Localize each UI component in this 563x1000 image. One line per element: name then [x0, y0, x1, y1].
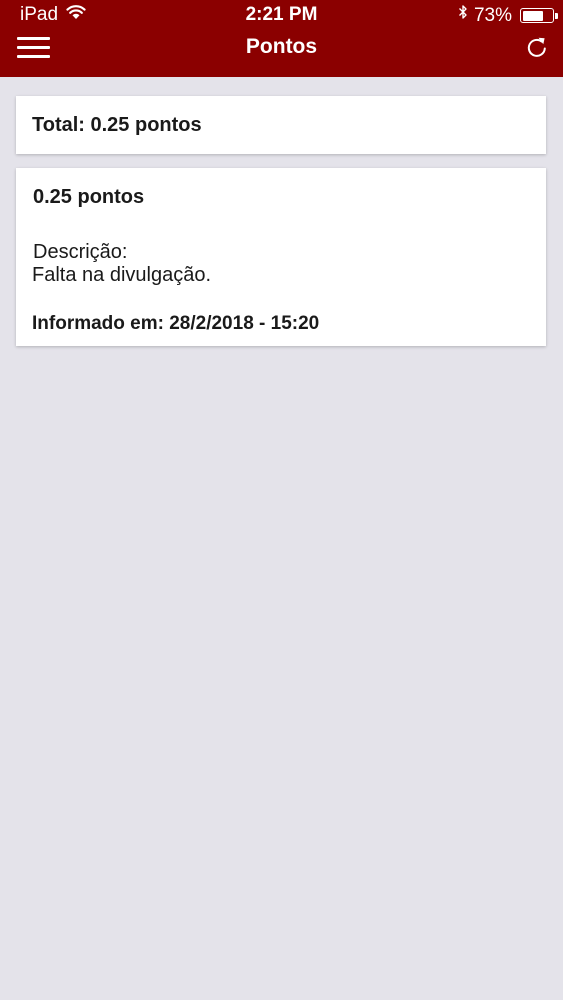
battery-icon: [520, 8, 558, 23]
refresh-icon[interactable]: [526, 35, 548, 59]
points-entry-card[interactable]: 0.25 pontos Descrição: Falta na divulgaç…: [16, 168, 546, 346]
informed-date: Informado em: 28/2/2018 - 15:20: [32, 313, 320, 334]
entry-points: 0.25 pontos: [33, 186, 145, 208]
total-card: Total: 0.25 pontos: [16, 96, 546, 154]
status-right: 73%: [458, 4, 558, 27]
app-bar: iPad 2:21 PM 73% Pontos: [0, 0, 563, 77]
description-label: Descrição:: [33, 241, 128, 263]
description-text: Falta na divulgação.: [32, 264, 212, 286]
bluetooth-icon: [458, 4, 468, 27]
battery-level-fill: [522, 10, 543, 21]
battery-percent: 73%: [473, 4, 512, 26]
total-points: Total: 0.25 pontos: [32, 114, 202, 136]
toolbar: Pontos: [0, 30, 563, 77]
page-title: Pontos: [245, 35, 318, 58]
status-bar: iPad 2:21 PM 73%: [0, 0, 563, 30]
